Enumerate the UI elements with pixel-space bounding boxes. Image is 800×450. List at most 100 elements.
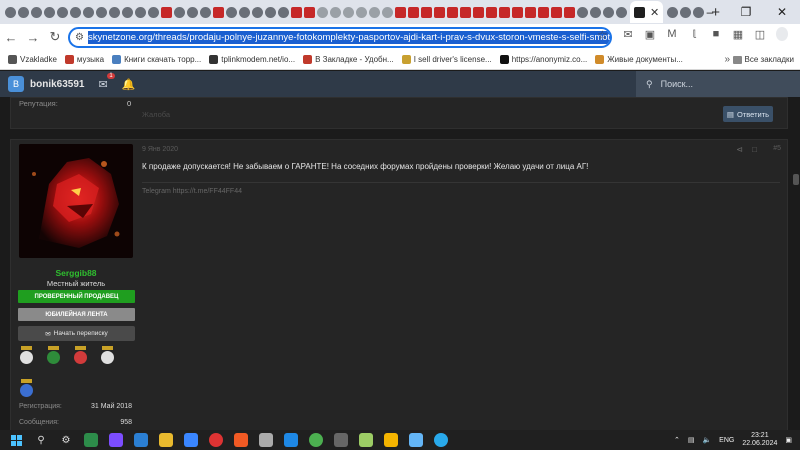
tab-favicon-icon[interactable] xyxy=(666,6,678,18)
tab-favicon-icon[interactable] xyxy=(394,6,406,18)
network-icon[interactable]: ▤ xyxy=(688,436,695,444)
mail-icon[interactable]: ✉ xyxy=(622,28,634,41)
tab-favicon-icon[interactable] xyxy=(433,6,445,18)
taskbar-app-icon[interactable] xyxy=(407,433,425,447)
tab-favicon-icon[interactable] xyxy=(550,6,562,18)
bookmark-item[interactable]: https://anonymiz.co... xyxy=(499,55,587,64)
bookmark-item[interactable]: tplinkmodem.net/io... xyxy=(209,55,295,64)
tab-favicon-icon[interactable] xyxy=(17,6,29,18)
bookmark-item[interactable]: Живые документы... xyxy=(595,55,683,64)
tab-favicon-icon[interactable] xyxy=(459,6,471,18)
taskbar-app-icon[interactable] xyxy=(82,433,100,447)
tab-favicon-icon[interactable] xyxy=(498,6,510,18)
close-tab-icon[interactable]: ✕ xyxy=(650,6,659,19)
back-arrow-icon[interactable]: ← xyxy=(0,30,22,45)
gmail-icon[interactable]: M xyxy=(666,28,678,40)
sidepanel-icon[interactable]: ◫ xyxy=(754,28,766,41)
tab-favicon-icon[interactable] xyxy=(212,6,224,18)
tab-favicon-icon[interactable] xyxy=(160,6,172,18)
tab-favicon-icon[interactable] xyxy=(342,6,354,18)
reply-button[interactable]: ▤ Ответить xyxy=(723,106,773,122)
tab-favicon-icon[interactable] xyxy=(511,6,523,18)
tab-favicon-icon[interactable] xyxy=(563,6,575,18)
translate-icon[interactable]: 𝕝 xyxy=(688,28,700,41)
tab-favicon-icon[interactable] xyxy=(4,6,16,18)
tab-favicon-icon[interactable] xyxy=(147,6,159,18)
tab-favicon-icon[interactable] xyxy=(264,6,276,18)
taskbar-app-icon[interactable] xyxy=(132,433,150,447)
tray-chevron-icon[interactable]: ⌃ xyxy=(674,436,680,444)
tab-favicon-icon[interactable] xyxy=(56,6,68,18)
tab-favicon-icon[interactable] xyxy=(537,6,549,18)
profile-avatar[interactable] xyxy=(776,27,788,41)
post-signature[interactable]: Telegram https://t.me/FF44FF44 xyxy=(142,188,242,195)
tab-favicon-icon[interactable] xyxy=(602,6,614,18)
taskbar-app-icon[interactable] xyxy=(357,433,375,447)
tab-favicon-icon[interactable] xyxy=(446,6,458,18)
share-icon[interactable]: ⊲ xyxy=(736,145,743,154)
author-avatar[interactable] xyxy=(19,144,133,258)
taskbar-app-icon[interactable] xyxy=(107,433,125,447)
minimize-button[interactable]: – xyxy=(692,5,728,19)
tab-favicon-icon[interactable] xyxy=(95,6,107,18)
active-tab[interactable]: ✕ xyxy=(630,1,664,23)
all-bookmarks-button[interactable]: Все закладки xyxy=(732,55,794,64)
tab-favicon-icon[interactable] xyxy=(576,6,588,18)
volume-icon[interactable]: 🔈 xyxy=(702,436,711,444)
forward-arrow-icon[interactable]: → xyxy=(22,30,44,45)
reload-icon[interactable]: ↻ xyxy=(44,29,66,45)
tab-favicon-icon[interactable] xyxy=(381,6,393,18)
chrome-icon[interactable] xyxy=(207,433,225,447)
file-explorer-icon[interactable] xyxy=(382,433,400,447)
puzzle-icon[interactable]: ▦ xyxy=(732,28,744,41)
medal-icon[interactable] xyxy=(20,346,33,365)
extension-icon[interactable]: ▣ xyxy=(644,28,656,41)
notifications-icon[interactable]: ▣ xyxy=(785,436,792,444)
tab-favicon-icon[interactable] xyxy=(589,6,601,18)
tab-favicon-icon[interactable] xyxy=(290,6,302,18)
settings-gear-icon[interactable]: ⚙ xyxy=(57,433,75,447)
tab-favicon-icon[interactable] xyxy=(82,6,94,18)
tab-favicon-icon[interactable] xyxy=(368,6,380,18)
tab-favicon-icon[interactable] xyxy=(485,6,497,18)
medal-icon[interactable] xyxy=(20,379,33,398)
report-link[interactable]: Жалоба xyxy=(142,110,170,119)
search-icon[interactable]: ⚲ xyxy=(32,433,50,447)
taskbar-app-icon[interactable] xyxy=(282,433,300,447)
tab-favicon-icon[interactable] xyxy=(30,6,42,18)
restore-button[interactable]: ❐ xyxy=(728,5,764,19)
post-date[interactable]: 9 Янв 2020 xyxy=(142,146,178,153)
tab-favicon-icon[interactable] xyxy=(355,6,367,18)
tab-favicon-icon[interactable] xyxy=(615,6,627,18)
tab-favicon-icon[interactable] xyxy=(303,6,315,18)
medal-icon[interactable] xyxy=(74,346,87,365)
tab-favicon-icon[interactable] xyxy=(472,6,484,18)
user-avatar[interactable]: B xyxy=(8,76,24,92)
side-scroll-handle[interactable] xyxy=(793,174,799,185)
bookmark-item[interactable]: В Закладке - Удобн... xyxy=(303,55,394,64)
url-text[interactable]: skynetzone.org/threads/prodaju-polnye-ju… xyxy=(88,31,610,44)
tab-favicon-icon[interactable] xyxy=(43,6,55,18)
tab-favicon-icon[interactable] xyxy=(186,6,198,18)
bookmark-item[interactable]: Книги скачать торр... xyxy=(112,55,201,64)
tab-favicon-icon[interactable] xyxy=(225,6,237,18)
site-info-icon[interactable]: ⚙ xyxy=(75,32,84,43)
tab-favicon-icon[interactable] xyxy=(679,6,691,18)
language-indicator[interactable]: ENG xyxy=(719,437,734,444)
utorrent-icon[interactable] xyxy=(307,433,325,447)
tab-favicon-icon[interactable] xyxy=(524,6,536,18)
telegram-icon[interactable] xyxy=(432,433,450,447)
bookmark-item[interactable]: музыка xyxy=(64,55,104,64)
bell-icon[interactable]: 🔔 xyxy=(122,78,136,91)
username-link[interactable]: bonik63591 xyxy=(30,79,84,90)
tab-favicon-icon[interactable] xyxy=(134,6,146,18)
clock[interactable]: 23:21 22.06.2024 xyxy=(742,432,777,448)
bookmark-item[interactable]: I sell driver's license... xyxy=(401,55,492,64)
tab-favicon-icon[interactable] xyxy=(420,6,432,18)
tab-favicon-icon[interactable] xyxy=(238,6,250,18)
post-number[interactable]: #5 xyxy=(773,145,781,152)
bookmark-star-icon[interactable]: ☆ xyxy=(597,28,608,42)
tab-favicon-icon[interactable] xyxy=(69,6,81,18)
tab-favicon-icon[interactable] xyxy=(199,6,211,18)
taskbar-app-icon[interactable] xyxy=(257,433,275,447)
